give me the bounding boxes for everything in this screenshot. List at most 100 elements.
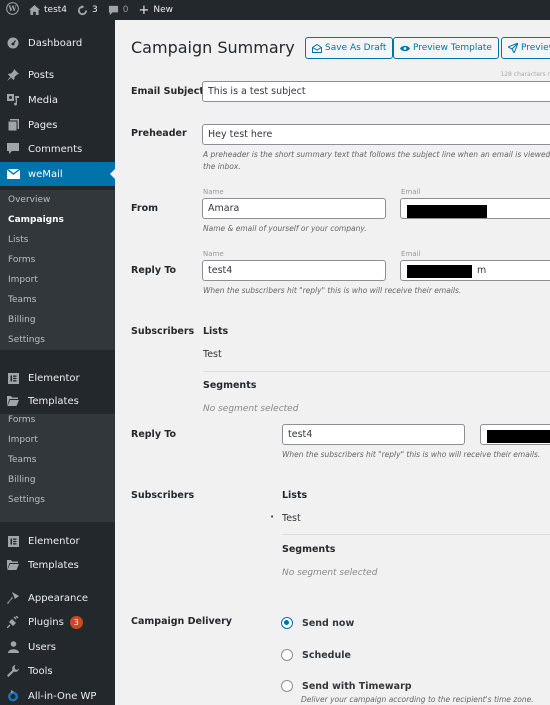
submenu-settings[interactable]: Settings bbox=[0, 330, 115, 350]
redacted-email bbox=[407, 205, 487, 218]
folder-icon bbox=[6, 394, 20, 408]
submenu-teams[interactable]: Teams bbox=[0, 450, 115, 470]
preview-button[interactable]: Preview bbox=[501, 37, 550, 59]
reply-name-input[interactable]: test4 bbox=[202, 260, 386, 281]
submenu-campaigns[interactable]: Campaigns bbox=[0, 210, 115, 230]
from-name-input[interactable]: Amara bbox=[202, 198, 386, 219]
sidebar-label: Elementor bbox=[28, 372, 80, 384]
sidebar-label: Dashboard bbox=[28, 37, 83, 49]
submenu-overview[interactable]: Overview bbox=[0, 190, 115, 210]
sidebar-item-tools[interactable]: Tools bbox=[0, 659, 115, 683]
sidebar-item-comments[interactable]: Comments bbox=[0, 137, 115, 161]
updates-count: 3 bbox=[92, 5, 98, 15]
timewarp-label: Send with Timewarp bbox=[302, 680, 412, 692]
send-now-option[interactable]: Send now bbox=[281, 617, 354, 629]
lists-heading-2: Lists bbox=[282, 490, 308, 501]
sidebar-label: Comments bbox=[28, 143, 83, 155]
page-title: Campaign Summary bbox=[131, 38, 295, 57]
send-now-radio[interactable] bbox=[281, 617, 293, 629]
submenu-settings[interactable]: Settings bbox=[0, 490, 115, 510]
site-name-link[interactable]: test4 bbox=[24, 0, 72, 20]
segments-empty-2: No segment selected bbox=[282, 568, 378, 578]
sidebar-label: Media bbox=[28, 94, 59, 106]
sidebar-item-appearance[interactable]: Appearance bbox=[0, 586, 115, 610]
new-content-link[interactable]: + New bbox=[133, 0, 178, 20]
schedule-radio[interactable] bbox=[281, 649, 293, 661]
elementor-icon bbox=[6, 371, 20, 385]
submenu-import[interactable]: Import bbox=[0, 270, 115, 290]
redacted-email bbox=[487, 430, 550, 443]
from-label: From bbox=[131, 203, 158, 214]
sidebar-label: Elementor bbox=[28, 535, 80, 547]
from-email-caption: Email bbox=[401, 188, 421, 196]
plug-icon bbox=[6, 615, 20, 629]
subscribers-label-2: Subscribers bbox=[131, 490, 195, 501]
elementor-icon bbox=[6, 534, 20, 548]
sidebar-item-elementor[interactable]: Elementor bbox=[0, 366, 115, 390]
wemail-submenu: Overview Campaigns Lists Forms Import Te… bbox=[0, 190, 115, 350]
sidebar-item-plugins[interactable]: Plugins 3 bbox=[0, 610, 115, 634]
email-subject-input[interactable]: This is a test subject bbox=[202, 81, 550, 102]
wordpress-logo-button[interactable]: W bbox=[0, 0, 24, 20]
sidebar-item-aiowp[interactable]: All-in-One WP bbox=[0, 684, 115, 705]
submenu-teams[interactable]: Teams bbox=[0, 290, 115, 310]
sidebar-label: Templates bbox=[28, 395, 79, 407]
reply-to-label: Reply To bbox=[131, 265, 177, 276]
reply-email-caption: Email bbox=[401, 250, 421, 258]
preheader-help: A preheader is the short summary text th… bbox=[203, 150, 550, 171]
comments-link[interactable]: 0 bbox=[103, 0, 134, 20]
sidebar-item-users[interactable]: Users bbox=[0, 635, 115, 659]
divider bbox=[282, 534, 550, 535]
aiowp-icon bbox=[6, 689, 20, 703]
pin-icon bbox=[6, 68, 20, 82]
preview-label: Preview bbox=[521, 43, 550, 53]
timewarp-radio[interactable] bbox=[281, 680, 293, 692]
reply-to-help-2: When the subscribers hit "reply" this is… bbox=[282, 450, 541, 459]
envelope-open-icon bbox=[312, 43, 322, 53]
admin-sidebar: Dashboard Posts Media Pages Comments weM… bbox=[0, 20, 115, 705]
timewarp-option[interactable]: Send with Timewarp bbox=[281, 680, 412, 692]
pages-icon bbox=[6, 118, 20, 132]
sidebar-item-posts[interactable]: Posts bbox=[0, 63, 115, 87]
preheader-input[interactable]: Hey test here bbox=[202, 124, 550, 145]
wrench-icon bbox=[6, 664, 20, 678]
sidebar-item-media[interactable]: Media bbox=[0, 88, 115, 112]
submenu-forms[interactable]: Forms bbox=[0, 410, 115, 430]
submenu-billing[interactable]: Billing bbox=[0, 470, 115, 490]
lists-heading: Lists bbox=[203, 326, 229, 337]
submenu-billing[interactable]: Billing bbox=[0, 310, 115, 330]
sidebar-label: Pages bbox=[28, 119, 58, 131]
eye-icon bbox=[400, 45, 410, 52]
list-item: Test bbox=[282, 513, 301, 524]
user-icon bbox=[6, 640, 20, 654]
home-icon bbox=[29, 5, 40, 15]
sidebar-label: weMail bbox=[28, 168, 63, 180]
schedule-option[interactable]: Schedule bbox=[281, 649, 351, 661]
comment-bubble-icon bbox=[108, 5, 119, 16]
sidebar-item-templates-2[interactable]: Templates bbox=[0, 553, 115, 577]
svg-text:W: W bbox=[7, 4, 17, 13]
redacted-email bbox=[407, 265, 472, 278]
submenu-import[interactable]: Import bbox=[0, 430, 115, 450]
updates-link[interactable]: 3 bbox=[72, 0, 103, 20]
from-help: Name & email of yourself or your company… bbox=[203, 224, 367, 233]
submenu-forms[interactable]: Forms bbox=[0, 250, 115, 270]
bullet: • bbox=[270, 513, 275, 521]
site-name: test4 bbox=[44, 5, 68, 15]
sidebar-label: Plugins bbox=[28, 616, 64, 628]
submenu-lists[interactable]: Lists bbox=[0, 230, 115, 250]
sidebar-item-dashboard[interactable]: Dashboard bbox=[0, 31, 115, 55]
from-name-caption: Name bbox=[203, 188, 224, 196]
ghost-submenu: Forms Import Teams Billing Settings bbox=[0, 414, 115, 522]
sidebar-label: Posts bbox=[28, 69, 55, 81]
comments-count: 0 bbox=[122, 5, 129, 15]
paper-plane-icon bbox=[508, 43, 518, 53]
sidebar-item-wemail[interactable]: weMail bbox=[0, 162, 115, 186]
save-draft-button[interactable]: Save As Draft bbox=[305, 37, 394, 59]
sidebar-item-pages[interactable]: Pages bbox=[0, 113, 115, 137]
reply-name-input-2[interactable]: test4 bbox=[282, 424, 465, 445]
preview-template-button[interactable]: Preview Template bbox=[393, 37, 499, 59]
sidebar-item-elementor-2[interactable]: Elementor bbox=[0, 529, 115, 553]
sidebar-label: Tools bbox=[28, 665, 53, 677]
reply-to-label-2: Reply To bbox=[131, 429, 177, 440]
